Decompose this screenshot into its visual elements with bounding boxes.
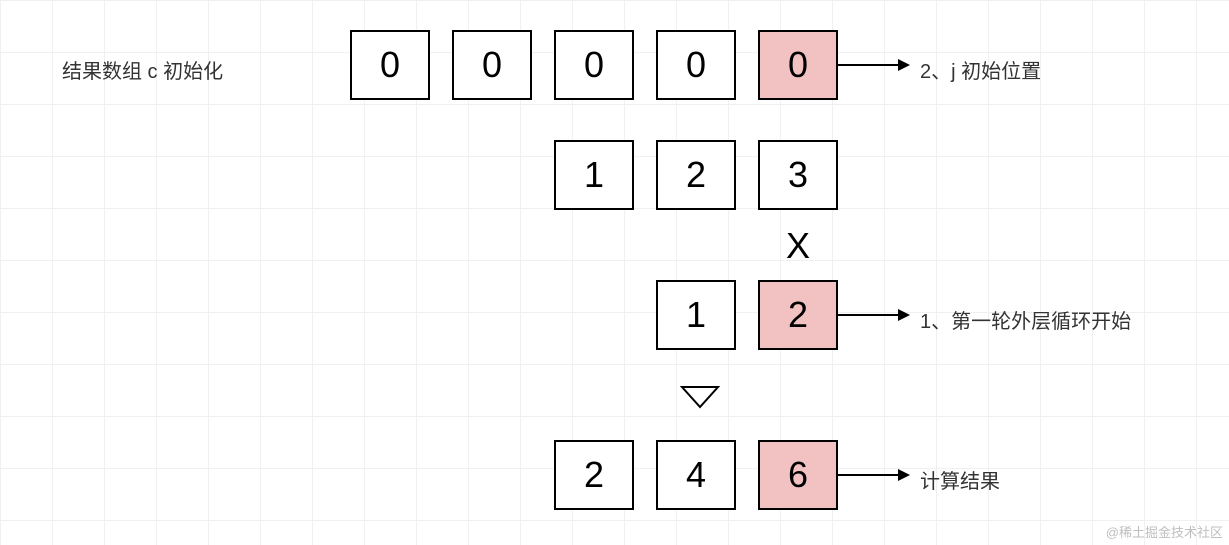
result-0: 2 [554, 440, 634, 510]
c-cell-2: 0 [554, 30, 634, 100]
c-cell-3: 0 [656, 30, 736, 100]
multiplicand-0: 1 [554, 140, 634, 210]
label-result: 计算结果 [920, 465, 1000, 494]
label-outer-loop: 1、第一轮外层循环开始 [920, 305, 1131, 334]
triangle-down-icon [680, 385, 720, 411]
arrow-j-initial [838, 55, 918, 75]
arrow-result [838, 465, 918, 485]
diagram-stage: 结果数组 c 初始化 0 0 0 0 0 2、j 初始位置 1 2 3 X 1 … [0, 0, 1229, 545]
multiplier-1: 2 [758, 280, 838, 350]
c-cell-1: 0 [452, 30, 532, 100]
result-2: 6 [758, 440, 838, 510]
multiply-symbol: X [786, 225, 810, 267]
multiplicand-2: 3 [758, 140, 838, 210]
result-1: 4 [656, 440, 736, 510]
multiplier-0: 1 [656, 280, 736, 350]
watermark: @稀土掘金技术社区 [1106, 522, 1223, 541]
arrow-outer-loop [838, 305, 918, 325]
multiplicand-1: 2 [656, 140, 736, 210]
title-label: 结果数组 c 初始化 [62, 55, 223, 84]
c-cell-4: 0 [758, 30, 838, 100]
c-cell-0: 0 [350, 30, 430, 100]
label-j-initial: 2、j 初始位置 [920, 55, 1041, 84]
